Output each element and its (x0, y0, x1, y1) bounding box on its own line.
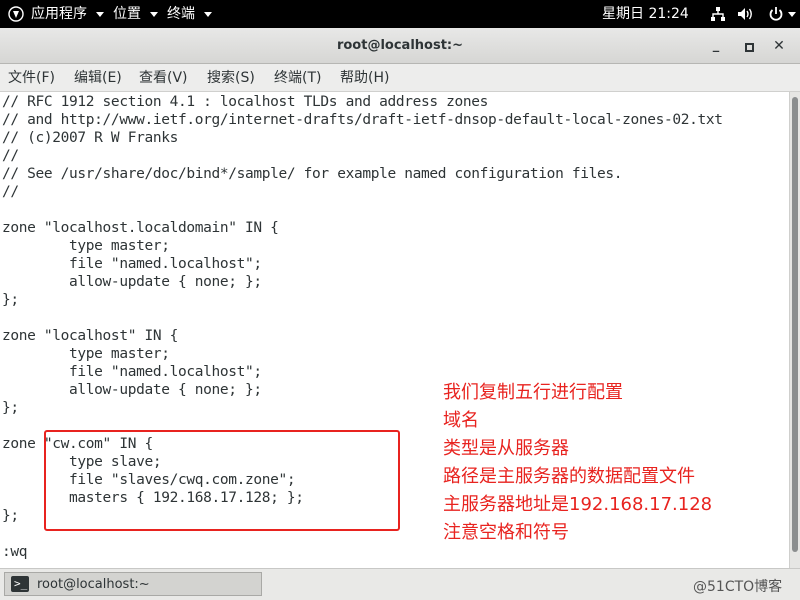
applications-menu[interactable]: 应用程序 (31, 5, 87, 23)
terminal-icon: >_ (11, 576, 29, 592)
terminal-line: file "named.localhost"; (2, 256, 262, 272)
menu-bar: 文件(F) 编辑(E) 查看(V) 搜索(S) 终端(T) 帮助(H) (0, 64, 800, 92)
terminal-line: allow-update { none; }; (2, 274, 262, 290)
annotation-note: 域名 (443, 410, 479, 431)
volume-icon[interactable] (737, 6, 755, 22)
terminal-line: // (2, 148, 19, 164)
window-titlebar[interactable]: root@localhost:~ _ ✕ (0, 28, 800, 64)
terminal-line: }; (2, 508, 19, 524)
applications-icon[interactable] (8, 6, 24, 22)
system-menu-caret-icon[interactable] (788, 12, 796, 17)
terminal-line: type master; (2, 346, 170, 362)
annotation-note: 主服务器地址是192.168.17.128 (443, 494, 713, 515)
taskbar-window-button[interactable]: >_ root@localhost:~ (4, 572, 262, 596)
minimize-button[interactable]: _ (706, 36, 726, 56)
clock[interactable]: 星期日 21:24 (602, 5, 689, 23)
command-line: :wq (2, 544, 28, 560)
places-caret-icon (150, 12, 158, 17)
maximize-button[interactable] (738, 36, 758, 56)
annotation-note: 路径是主服务器的数据配置文件 (443, 466, 695, 487)
menu-terminal[interactable]: 终端(T) (274, 69, 321, 87)
terminal-line: allow-update { none; }; (2, 382, 262, 398)
terminal-line: file "named.localhost"; (2, 364, 262, 380)
places-menu[interactable]: 位置 (113, 5, 141, 23)
window-title: root@localhost:~ (336, 38, 464, 53)
top-bar: 应用程序 位置 终端 星期日 21:24 (0, 0, 800, 28)
terminal-line: zone "localhost.localdomain" IN { (2, 220, 279, 236)
taskbar: >_ root@localhost:~ (0, 568, 800, 600)
menu-search[interactable]: 搜索(S) (207, 69, 255, 87)
terminal-line: }; (2, 292, 19, 308)
annotation-note: 我们复制五行进行配置 (443, 382, 623, 403)
menu-view[interactable]: 查看(V) (139, 69, 188, 87)
close-button[interactable]: ✕ (769, 36, 789, 56)
terminal-app-menu[interactable]: 终端 (167, 5, 195, 23)
taskbar-window-label: root@localhost:~ (37, 577, 150, 592)
terminal-line: type master; (2, 238, 170, 254)
maximize-icon (745, 43, 754, 52)
terminal-line: // See /usr/share/doc/bind*/sample/ for … (2, 166, 623, 182)
menu-edit[interactable]: 编辑(E) (74, 69, 122, 87)
annotation-note: 类型是从服务器 (443, 438, 569, 459)
terminal-line: zone "localhost" IN { (2, 328, 178, 344)
terminal-line: // (c)2007 R W Franks (2, 130, 178, 146)
terminal-app-caret-icon (204, 12, 212, 17)
terminal-line: // RFC 1912 section 4.1 : localhost TLDs… (2, 94, 489, 110)
annotation-highlight-box (44, 430, 400, 531)
power-icon[interactable] (768, 6, 784, 22)
applications-caret-icon (96, 12, 104, 17)
watermark: @51CTO博客 (693, 579, 783, 595)
menu-help[interactable]: 帮助(H) (340, 69, 389, 87)
terminal-line: }; (2, 400, 19, 416)
terminal-line: // and http://www.ietf.org/internet-draf… (2, 112, 723, 128)
menu-file[interactable]: 文件(F) (8, 69, 55, 87)
network-icon[interactable] (710, 6, 726, 22)
scrollbar-thumb[interactable] (792, 97, 798, 552)
terminal-scrollbar[interactable] (789, 92, 800, 568)
annotation-note: 注意空格和符号 (443, 522, 569, 543)
terminal-line: // (2, 184, 19, 200)
